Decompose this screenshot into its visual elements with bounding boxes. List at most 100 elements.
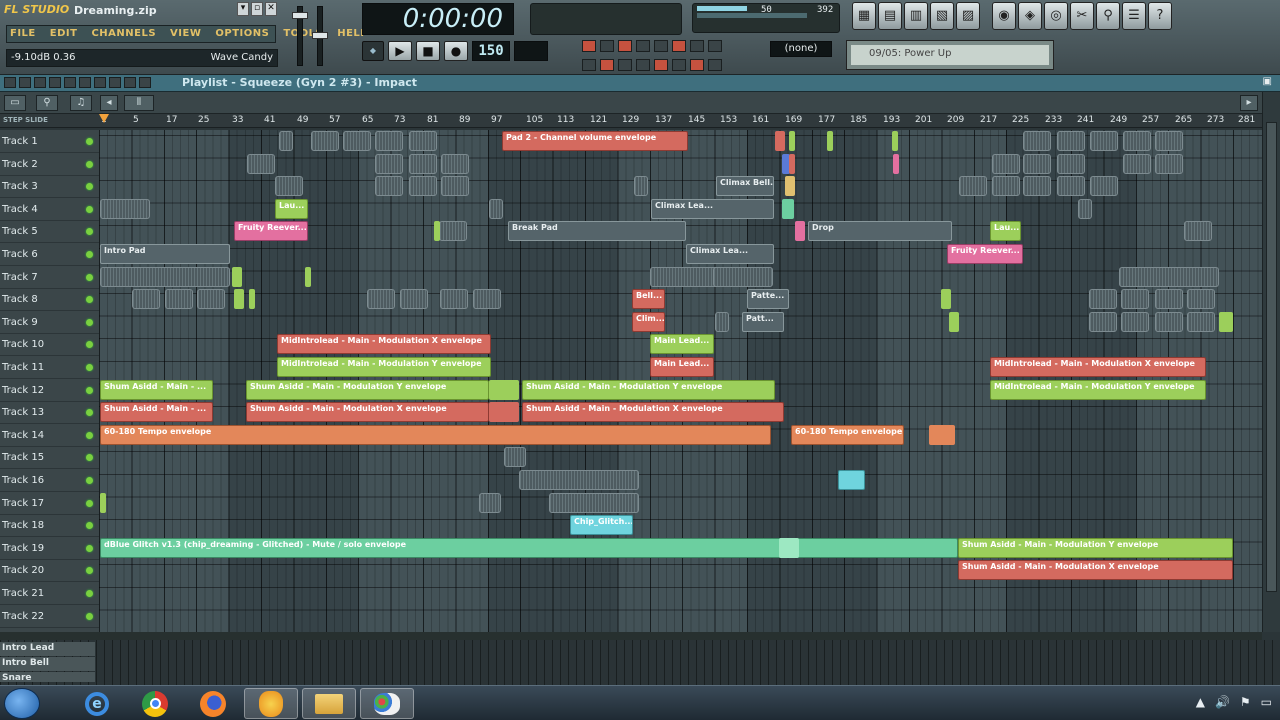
browser-icon[interactable]: ▧ [930, 2, 954, 30]
steps-icon[interactable] [636, 40, 650, 52]
master-sliders[interactable] [283, 2, 333, 72]
pattern-clip[interactable] [1057, 131, 1085, 151]
track-header[interactable]: Track 5 [0, 221, 99, 244]
countdown-icon[interactable] [618, 40, 632, 52]
tray-expand-icon[interactable]: ▲ [1196, 695, 1205, 709]
playlist-clip[interactable]: Intro Pad [100, 244, 230, 264]
overdub-icon[interactable] [708, 40, 722, 52]
playlist-clip[interactable]: Break Pad [508, 221, 686, 242]
playlist-clip[interactable]: MidIntrolead - Main - Modulation Y envel… [277, 357, 491, 377]
pattern-display[interactable] [514, 41, 548, 61]
snap-selector[interactable]: (none) [770, 41, 832, 57]
playlist-clip[interactable]: dBlue Glitch v1.3 (chip_dreaming - Glitc… [100, 537, 958, 558]
pattern-clip[interactable] [279, 131, 293, 151]
bottom-row-0[interactable]: Intro Lead [0, 642, 95, 656]
playlist-clip[interactable]: Pad 2 - Channel volume envelope [502, 131, 688, 151]
track-header[interactable]: Track 20 [0, 560, 99, 583]
clip-marker[interactable] [838, 470, 865, 490]
scroll-left-icon[interactable]: ◂ [100, 95, 118, 111]
multilink-icon[interactable] [690, 59, 704, 71]
playlist-clip[interactable]: Patte... [747, 289, 789, 310]
close-playlist-icon[interactable]: ▣ [1263, 76, 1272, 87]
track-header[interactable]: Track 11 [0, 357, 99, 379]
track-header[interactable]: Track 10 [0, 334, 99, 357]
playlist-clip[interactable]: Lau... [275, 198, 308, 219]
fl-studio-taskbar-icon[interactable] [244, 688, 298, 719]
scroll-icon[interactable] [654, 59, 668, 71]
pattern-clip[interactable] [1187, 311, 1215, 332]
track-header[interactable]: Track 8 [0, 289, 99, 312]
menu-channels[interactable]: CHANNELS [91, 28, 156, 40]
piano-icon[interactable] [618, 59, 632, 71]
pattern-clip[interactable] [1155, 289, 1183, 310]
pattern-clip[interactable] [1023, 153, 1051, 174]
explorer-icon[interactable] [302, 688, 356, 719]
pattern-clip[interactable] [409, 153, 437, 174]
playlist-clip[interactable]: Fruity Reever... [947, 244, 1023, 264]
track-header[interactable]: Track 3 [0, 176, 99, 199]
pattern-clip[interactable] [439, 221, 467, 242]
pattern-clip[interactable] [713, 266, 773, 287]
clock-icon[interactable] [708, 59, 722, 71]
pattern-clip[interactable] [1057, 176, 1085, 197]
track-mute-led[interactable] [86, 431, 93, 439]
chrome-icon[interactable] [128, 688, 182, 719]
pattern-clip[interactable] [197, 289, 225, 310]
tutorial-icon[interactable]: ☰ [1122, 2, 1146, 30]
pattern-clip[interactable] [1090, 176, 1118, 197]
pattern-clip[interactable] [1023, 176, 1051, 197]
pat-song-toggle[interactable]: ◆ [362, 41, 384, 61]
track-header[interactable]: Track 4 [0, 199, 99, 221]
mute-icon[interactable] [672, 59, 686, 71]
clip-marker[interactable] [789, 153, 795, 174]
track-mute-led[interactable] [86, 205, 93, 213]
track-mute-led[interactable] [86, 228, 93, 236]
clip-marker[interactable] [249, 289, 255, 310]
clip-marker[interactable] [795, 221, 805, 242]
paint-icon[interactable] [360, 688, 414, 719]
pattern-clip[interactable] [100, 198, 150, 219]
pattern-selector-icon[interactable]: ⚲ [36, 95, 58, 111]
playlist-clip[interactable]: 60-180 Tempo envelope [791, 424, 904, 445]
track-mute-led[interactable] [86, 296, 93, 304]
playlist-titlebar[interactable]: Playlist - Squeeze (Gyn 2 #3) - Impact ▣ [0, 75, 1280, 92]
wait-icon[interactable] [600, 40, 614, 52]
typing-keyboard-icon[interactable] [690, 40, 704, 52]
pattern-clip[interactable] [992, 153, 1020, 174]
track-mute-led[interactable] [86, 341, 93, 349]
pattern-clip[interactable] [400, 289, 428, 310]
pattern-clip[interactable] [1023, 131, 1051, 151]
pattern-clip[interactable] [367, 289, 395, 310]
pattern-clip[interactable] [1184, 221, 1212, 242]
track-mute-led[interactable] [86, 409, 93, 417]
zoom-icon[interactable] [124, 77, 136, 88]
pattern-clip[interactable] [409, 131, 437, 151]
clip-marker[interactable] [775, 131, 785, 151]
track-mute-led[interactable] [86, 273, 93, 281]
view-toggle-icon[interactable]: ▭ [4, 95, 26, 111]
track-mute-led[interactable] [86, 386, 93, 394]
snap-icon[interactable] [582, 59, 596, 71]
track-header[interactable]: Track 7 [0, 267, 99, 289]
pattern-clip[interactable] [1187, 289, 1215, 310]
pattern-clip[interactable] [489, 198, 503, 219]
clip-marker[interactable] [893, 153, 899, 174]
menu-options[interactable]: OPTIONS [215, 28, 269, 40]
playlist-clip[interactable]: Chip_Glitch... [570, 515, 633, 536]
pattern-clip[interactable] [634, 176, 648, 197]
pattern-clip[interactable] [441, 176, 469, 197]
playlist-clip[interactable]: Main Lead... [650, 334, 714, 355]
clip-marker[interactable] [434, 221, 440, 242]
menu-edit[interactable]: EDIT [50, 28, 78, 40]
playlist-clip[interactable]: Clim... [632, 311, 665, 332]
track-header[interactable]: Track 9 [0, 312, 99, 334]
brush-icon[interactable] [49, 77, 61, 88]
playlist-grid[interactable]: Pad 2 - Channel volume envelope Climax Be… [99, 130, 1262, 632]
templates-icon[interactable]: ✂ [1070, 2, 1094, 30]
ie-icon[interactable]: e [70, 688, 124, 719]
playlist-clip[interactable]: Climax Bell... [716, 176, 774, 197]
track-mute-led[interactable] [86, 522, 93, 530]
track-mute-led[interactable] [86, 138, 93, 145]
clip-marker[interactable] [789, 131, 795, 151]
blend-icon[interactable] [654, 40, 668, 52]
